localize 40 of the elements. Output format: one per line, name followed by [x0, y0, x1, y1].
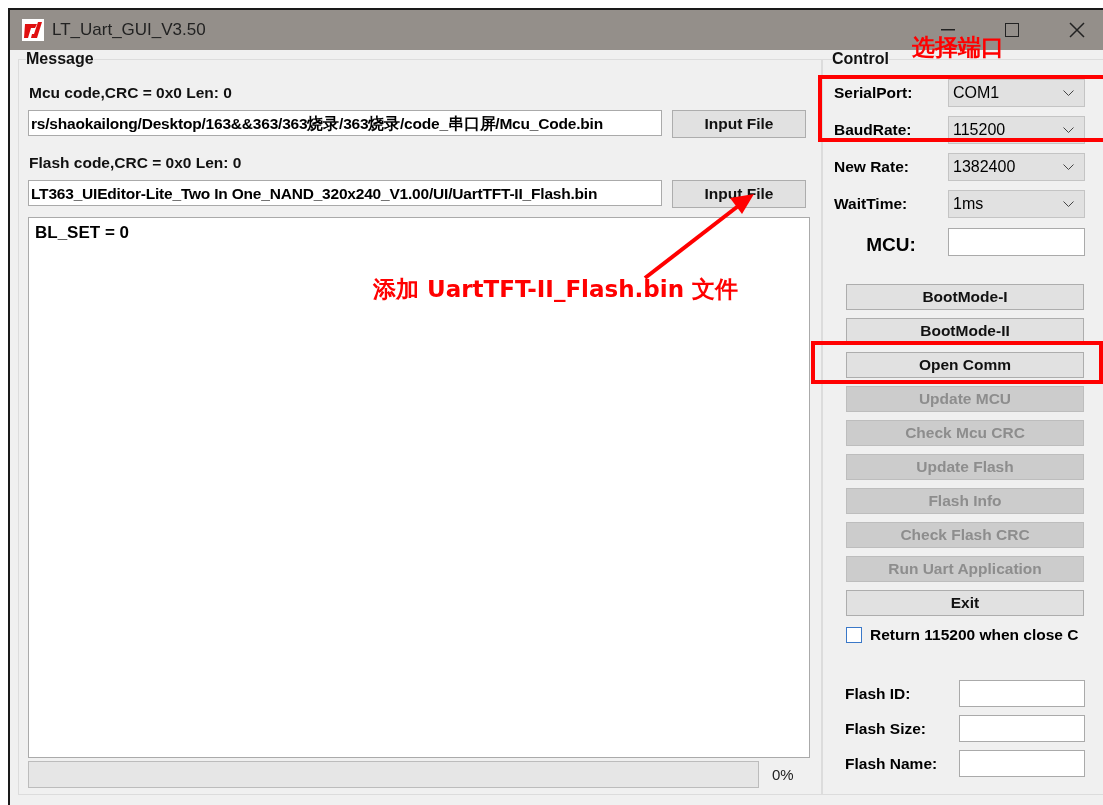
select-label: BaudRate:: [834, 120, 913, 139]
input-file-button[interactable]: Input File: [672, 110, 806, 138]
checkbox[interactable]: [846, 627, 862, 643]
mcu-code-label: Mcu code,CRC = 0x0 Len: 0: [29, 84, 233, 102]
mcu-field[interactable]: [948, 228, 1085, 256]
chevron-down-icon: [1063, 89, 1074, 96]
file-path-field[interactable]: rs/shaokailong/Desktop/163&&363/363烧录/363烧录/code_串口屏/Mcu_Code.bin: [28, 110, 662, 136]
maximize-icon[interactable]: [1005, 23, 1019, 37]
field-label: Flash Name:: [845, 754, 939, 773]
group-title: Control: [832, 50, 889, 68]
dropdown-select[interactable]: 1ms: [948, 189, 1085, 218]
select-label: WaitTime:: [834, 194, 909, 213]
field-label: Flash Size:: [845, 719, 927, 738]
select-label: New Rate:: [834, 157, 910, 176]
field-label: Flash ID:: [845, 684, 912, 703]
chevron-down-icon: [1063, 126, 1074, 133]
close-icon[interactable]: [1069, 22, 1085, 38]
chevron-down-icon: [1063, 163, 1074, 170]
select-label: SerialPort:: [834, 83, 914, 102]
text-field[interactable]: [959, 750, 1085, 777]
dropdown-select[interactable]: 1382400: [948, 152, 1085, 181]
annotation-text: 添加 UartTFT-II_Flash.bin 文件: [373, 275, 739, 304]
dropdown-select[interactable]: COM1: [948, 78, 1085, 107]
group-title: Message: [26, 50, 94, 68]
action-button[interactable]: Open Comm: [846, 352, 1084, 378]
text-field[interactable]: [959, 715, 1085, 742]
mcu-label: MCU:: [865, 232, 917, 256]
action-button[interactable]: BootMode-II: [846, 318, 1084, 344]
action-button[interactable]: BootMode-I: [846, 284, 1084, 310]
text-field[interactable]: [959, 680, 1085, 707]
flash-code-label: Flash code,CRC = 0x0 Len: 0: [29, 154, 243, 172]
progress-reading: 0%: [772, 766, 794, 783]
file-path-field[interactable]: LT363_UIEditor-Lite_Two In One_NAND_320x240_V1.00/UI/UartTFT-II_Flash.bin: [28, 180, 662, 206]
checkbox-label: Return 115200 when close C: [870, 626, 1079, 644]
window-title: LT_Uart_GUI_V3.50: [52, 20, 206, 40]
log-text: BL_SET = 0: [35, 223, 129, 242]
chevron-down-icon: [1063, 200, 1074, 207]
action-button[interactable]: Exit: [846, 590, 1084, 616]
app-logo-icon: [22, 19, 44, 41]
minimize-icon[interactable]: [941, 29, 955, 31]
